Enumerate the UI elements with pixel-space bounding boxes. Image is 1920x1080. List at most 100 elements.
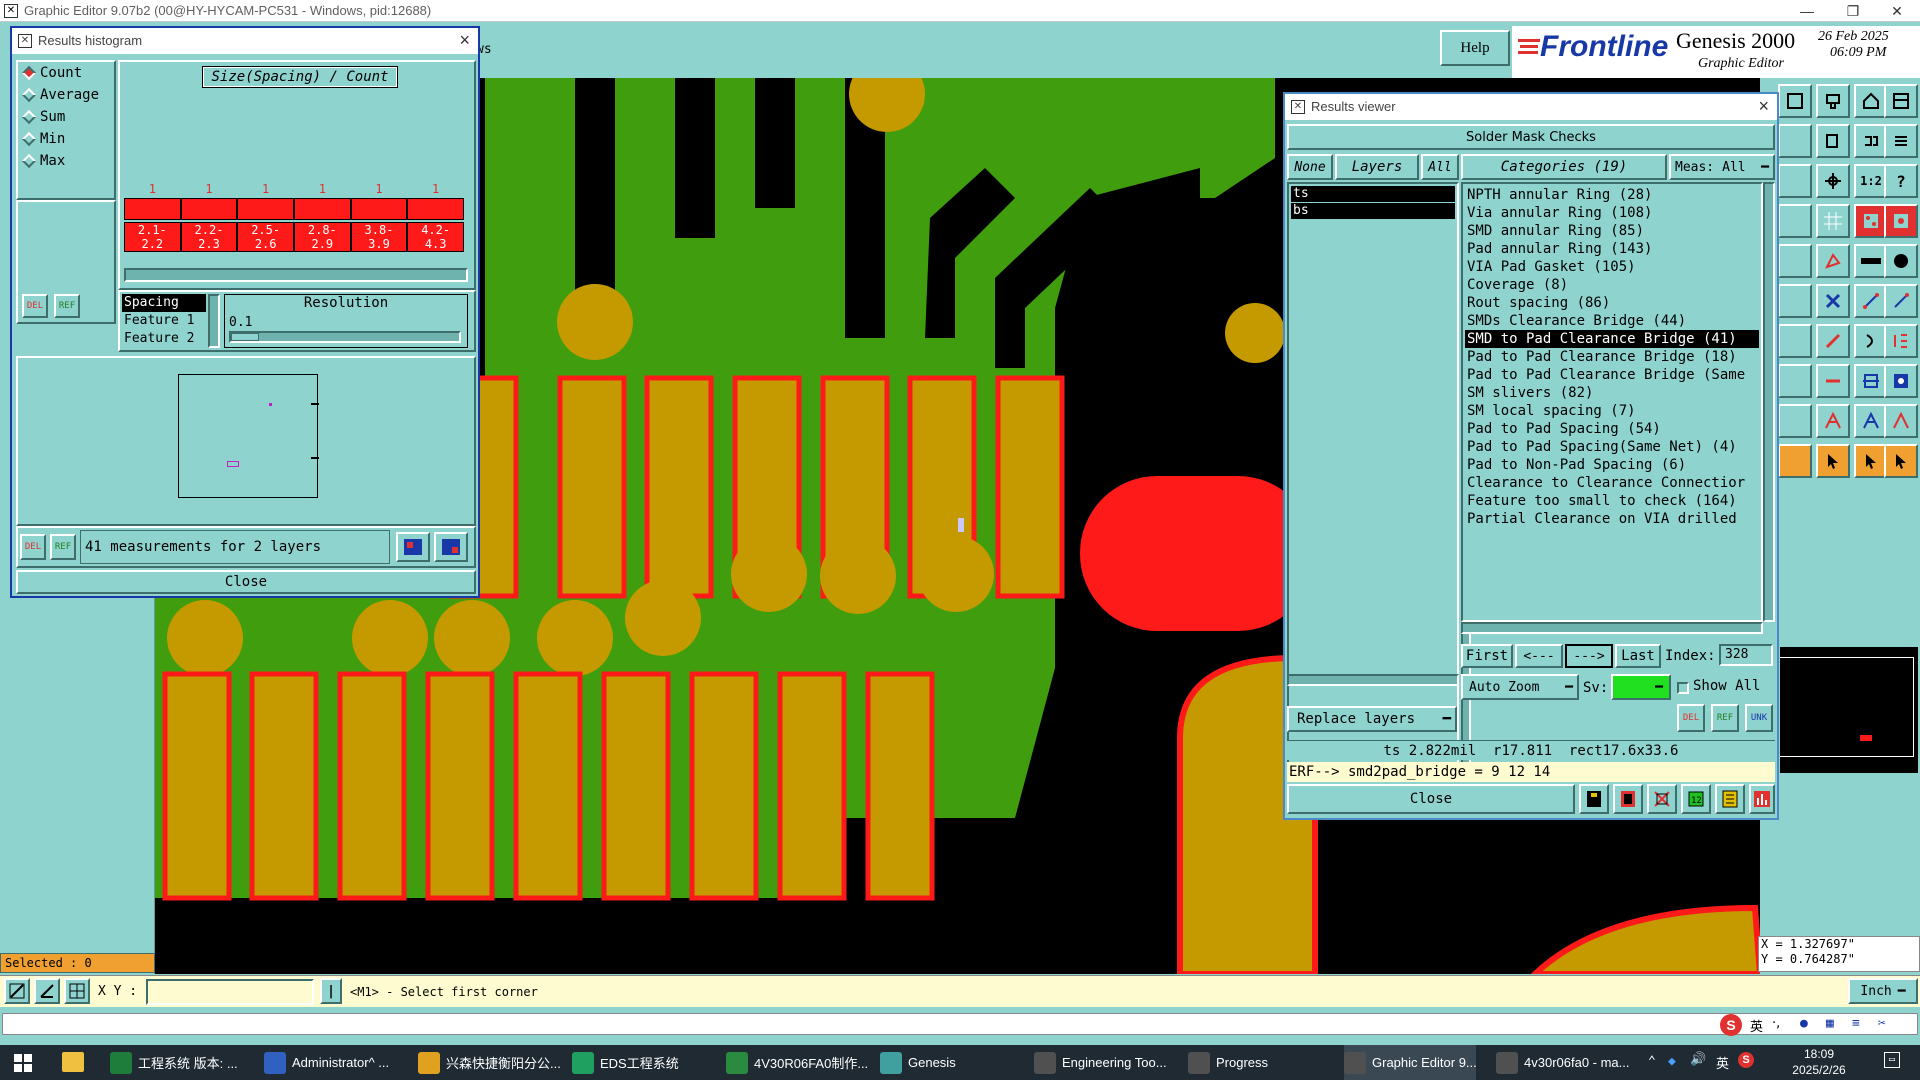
taskbar-item[interactable]: EDS工程系统 [572, 1045, 720, 1080]
category-list-item[interactable]: Pad annular Ring (143) [1465, 240, 1759, 258]
tool-measure-icon[interactable] [1854, 204, 1888, 238]
tool-measure-pads-icon[interactable] [1884, 204, 1918, 238]
last-button[interactable]: Last [1615, 644, 1661, 668]
ime-mic-icon[interactable]: ● [1800, 1016, 1808, 1031]
tool-line-points-2-icon[interactable] [1884, 284, 1918, 318]
tool-scale-icon[interactable]: 1:2 [1854, 164, 1888, 198]
tool-redraw-icon[interactable] [1816, 124, 1850, 158]
ime-punct[interactable]: ·, [1772, 1016, 1780, 1031]
field-list-scroll[interactable] [208, 294, 220, 348]
replace-layers-select[interactable]: Replace layers ━ [1287, 706, 1457, 732]
restore-button[interactable]: ❐ [1830, 0, 1876, 22]
viewer-histogram-icon[interactable] [1749, 784, 1775, 814]
taskbar-item[interactable]: Progress [1188, 1045, 1336, 1080]
tool-step-icon[interactable] [1884, 124, 1918, 158]
category-list-item[interactable]: Partial Clearance on VIA drilled [1465, 510, 1759, 528]
tool-cross-icon[interactable] [1816, 284, 1850, 318]
layers-hscroll[interactable] [1287, 674, 1459, 686]
mode-option-sum[interactable]: Sum [18, 106, 114, 128]
histogram-bin[interactable]: 1 2.5- 2.6 [237, 182, 294, 266]
tool-circle-icon[interactable] [1884, 244, 1918, 278]
histogram-bin[interactable]: 1 2.8- 2.9 [294, 182, 351, 266]
tab-layers[interactable]: Layers [1335, 154, 1419, 180]
viewer-tool-2-icon[interactable] [1613, 784, 1643, 814]
ime-logo-icon[interactable]: S [1720, 1014, 1742, 1036]
tab-none[interactable]: None [1287, 154, 1333, 180]
tool-polygon-icon[interactable] [1816, 244, 1850, 278]
mode-option-average[interactable]: Average [18, 84, 114, 106]
tool-home-icon[interactable] [1854, 84, 1888, 118]
snap-grid-icon[interactable] [4, 978, 30, 1004]
first-button[interactable]: First [1461, 644, 1513, 668]
tool-pad-side-icon[interactable] [1778, 364, 1812, 398]
viewer-unk-button[interactable]: UNK [1745, 704, 1773, 732]
tool-array-icon[interactable] [1884, 364, 1918, 398]
xy-input[interactable] [146, 979, 314, 1005]
tool-export-icon[interactable] [1816, 84, 1850, 118]
ime-tools-icon[interactable]: ✂ [1878, 1016, 1886, 1031]
taskbar-item[interactable]: 4V30R06FA0制作... [726, 1045, 874, 1080]
histogram-bin[interactable]: 1 4.2- 4.3 [407, 182, 464, 266]
category-list-item[interactable]: Clearance to Clearance Connectior [1465, 474, 1759, 492]
tool-text-a-icon[interactable] [1816, 404, 1850, 438]
tool-move-icon[interactable] [1816, 164, 1850, 198]
meas-selector[interactable]: Meas: All ━ [1669, 154, 1775, 180]
show-all-checkbox[interactable] [1677, 682, 1689, 694]
category-list-item[interactable]: Pad to Non-Pad Spacing (6) [1465, 456, 1759, 474]
tool-point-side-icon[interactable] [1778, 284, 1812, 318]
tool-tri-side-icon[interactable] [1778, 404, 1812, 438]
tool-frame-icon[interactable] [1778, 124, 1812, 158]
category-list-item[interactable]: SM slivers (82) [1465, 384, 1759, 402]
mode-option-max[interactable]: Max [18, 150, 114, 172]
categories-header[interactable]: Categories (19) [1461, 154, 1667, 180]
tool-pointer-icon[interactable] [1816, 444, 1850, 478]
tool-help-icon[interactable]: ? [1884, 164, 1918, 198]
taskbar-item[interactable]: 4v30r06fa0 - ma... [1496, 1045, 1644, 1080]
category-list-item[interactable]: Pad to Pad Clearance Bridge (Same [1465, 366, 1759, 384]
summary-ref-button[interactable]: REF [50, 534, 76, 560]
tool-pan-left-icon[interactable] [1778, 164, 1812, 198]
ime-lang[interactable]: 英 [1750, 1016, 1763, 1035]
index-input[interactable]: 328 [1719, 644, 1773, 666]
category-list-item[interactable]: Pad to Pad Spacing(Same Net) (4) [1465, 438, 1759, 456]
histogram-hscroll[interactable] [124, 268, 468, 282]
category-list-item[interactable]: SMD to Pad Clearance Bridge (41) [1465, 330, 1759, 348]
tool-pins-icon[interactable] [1884, 324, 1918, 358]
tool-line-points-icon[interactable] [1854, 284, 1888, 318]
category-list-item[interactable]: VIA Pad Gasket (105) [1465, 258, 1759, 276]
tool-line-side-icon[interactable] [1778, 324, 1812, 358]
viewer-close-x[interactable]: × [1758, 96, 1769, 117]
layer-list-item[interactable]: ts [1291, 186, 1455, 202]
tool-window-icon[interactable] [1884, 84, 1918, 118]
taskbar-clock[interactable]: 18:09 2025/2/26 [1764, 1046, 1874, 1080]
minimize-button[interactable]: — [1784, 0, 1830, 22]
auto-zoom-select[interactable]: Auto Zoom ━ [1461, 674, 1579, 700]
category-list-item[interactable]: NPTH annular Ring (28) [1465, 186, 1759, 204]
tray-ime[interactable]: 英 [1716, 1053, 1729, 1072]
histogram-close-x[interactable]: × [459, 30, 470, 51]
histogram-bin[interactable]: 1 2.2- 2.3 [180, 182, 238, 266]
tool-diagonal-icon[interactable] [1816, 324, 1850, 358]
categories-hscroll[interactable] [1461, 622, 1763, 634]
ime-menu-icon[interactable]: ≡ [1852, 1016, 1860, 1031]
sv-select[interactable]: ━ [1611, 674, 1671, 700]
histogram-bin[interactable]: 1 2.1- 2.2 [124, 182, 181, 266]
category-list-item[interactable]: Via annular Ring (108) [1465, 204, 1759, 222]
tool-arc-icon[interactable] [1854, 324, 1888, 358]
category-list-item[interactable]: Coverage (8) [1465, 276, 1759, 294]
tray-network-icon[interactable]: ◆ [1668, 1054, 1676, 1069]
resolution-slider[interactable] [229, 331, 461, 343]
mode-option-min[interactable]: Min [18, 128, 114, 150]
help-button[interactable]: Help [1440, 30, 1510, 66]
tool-hline-icon[interactable] [1816, 364, 1850, 398]
field-list-item[interactable]: Feature 2 [122, 330, 206, 348]
taskbar-item[interactable]: 工程系统 版本: ... [110, 1045, 258, 1080]
tool-snap-icon[interactable] [1854, 124, 1888, 158]
tool-grid-side-icon[interactable] [1778, 204, 1812, 238]
viewer-tool-5-icon[interactable] [1715, 784, 1745, 814]
prev-button[interactable]: <--- [1515, 644, 1563, 668]
snap-center-icon[interactable] [64, 978, 90, 1004]
tool-align-icon[interactable] [1854, 364, 1888, 398]
overview-map[interactable] [1778, 645, 1920, 775]
histogram-del-button[interactable]: DEL [22, 294, 48, 318]
